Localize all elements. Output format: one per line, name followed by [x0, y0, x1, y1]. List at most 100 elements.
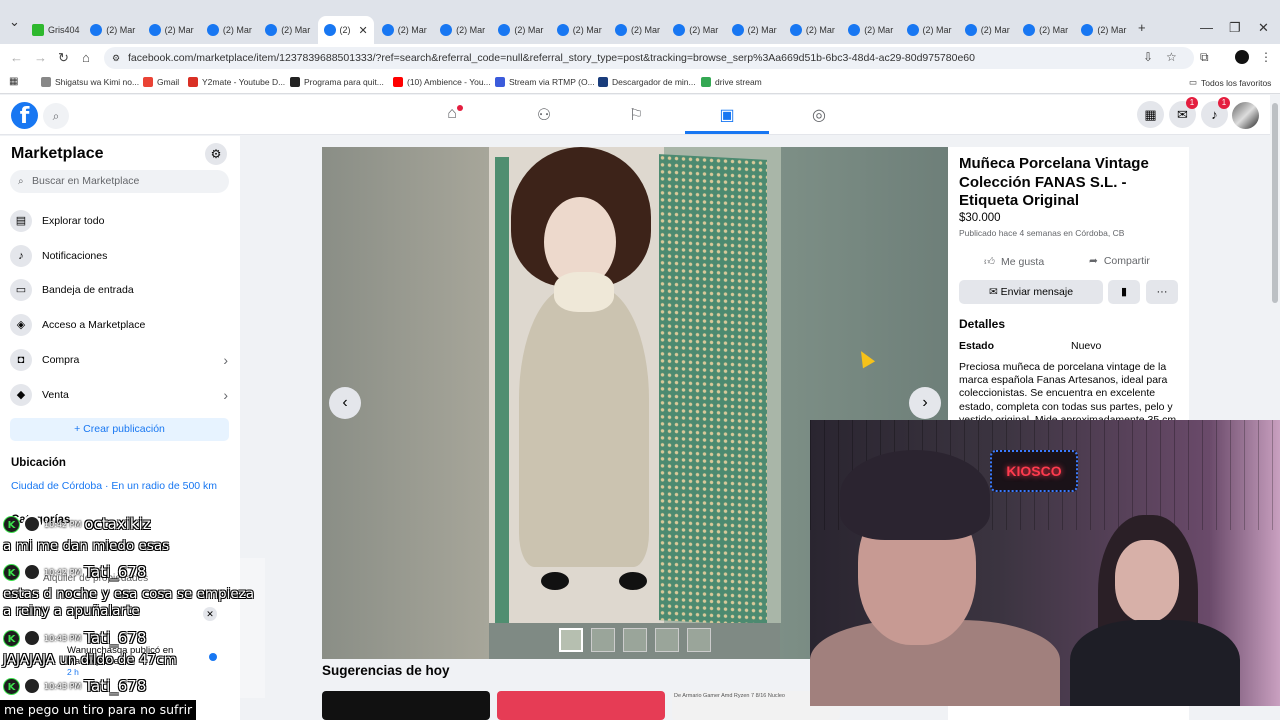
- facebook-icon: [1023, 24, 1036, 36]
- tab-label: (2) Mar: [222, 25, 252, 35]
- marketplace-nav-icon[interactable]: ▣: [717, 105, 737, 125]
- browser-tab[interactable]: (2) Mar: [842, 19, 898, 41]
- browser-tab[interactable]: (2) Mar: [434, 19, 490, 41]
- doll-shoe: [541, 572, 569, 590]
- all-bookmarks-button[interactable]: ▭ Todos los favoritos: [1189, 77, 1271, 88]
- browser-tab[interactable]: (2) Mar: [959, 19, 1015, 41]
- sidebar-item-bandeja-de-entrada[interactable]: ▭ Bandeja de entrada: [10, 275, 230, 305]
- maximize-button[interactable]: ❐: [1229, 20, 1241, 36]
- chat-message-header: K 10:43 PM Tati_678: [3, 629, 146, 647]
- marketplace-search-input[interactable]: ⌕ Buscar en Marketplace: [10, 170, 229, 193]
- bookmark-item[interactable]: drive stream: [701, 77, 762, 87]
- create-listing-button[interactable]: + Crear publicación: [10, 418, 229, 441]
- menu-dots-icon[interactable]: ⋮: [1260, 50, 1272, 64]
- browser-tab[interactable]: (2) Mar: [1017, 19, 1073, 41]
- facebook-logo[interactable]: f: [11, 102, 38, 129]
- browser-tab[interactable]: (2) Mar: [784, 19, 840, 41]
- bookmark-item[interactable]: Programa para quit...: [290, 77, 384, 87]
- browser-tab[interactable]: (2) Mar: [901, 19, 957, 41]
- sidebar-item-label: Venta: [42, 388, 69, 401]
- tab-search-icon[interactable]: ⌄: [9, 14, 20, 30]
- settings-gear-icon[interactable]: ⚙: [205, 143, 227, 165]
- browser-tab[interactable]: (2) Mar: [376, 19, 432, 41]
- bookmark-item[interactable]: Shigatsu wa Kimi no...: [41, 77, 139, 87]
- facebook-icon: [440, 24, 453, 36]
- bookmark-item[interactable]: Y2mate - Youtube D...: [188, 77, 285, 87]
- thumbnail[interactable]: [623, 628, 647, 652]
- back-arrow-icon[interactable]: ←: [10, 50, 23, 65]
- bookmark-favicon-icon: [495, 77, 505, 87]
- bookmark-item[interactable]: (10) Ambience - You...: [393, 77, 491, 87]
- new-tab-button[interactable]: +: [1138, 20, 1146, 35]
- browser-tab[interactable]: (2) Mar: [492, 19, 548, 41]
- sidebar-item-notificaciones[interactable]: ♪ Notificaciones: [10, 241, 230, 271]
- gaming-nav-icon[interactable]: ◎: [809, 105, 829, 125]
- close-tab-icon[interactable]: ✕: [359, 24, 368, 37]
- save-bookmark-icon[interactable]: ▮: [1108, 280, 1140, 304]
- suggestion-card[interactable]: [497, 691, 665, 720]
- user-icon: [23, 677, 41, 695]
- details-heading: Detalles: [959, 317, 1006, 331]
- scrollbar-thumb[interactable]: [1272, 103, 1278, 303]
- bookmark-item[interactable]: Descargador de min...: [598, 77, 696, 87]
- browser-tab[interactable]: (2) Mar: [726, 19, 782, 41]
- send-message-button[interactable]: ✉ Enviar mensaje: [959, 280, 1103, 304]
- condition-value: Nuevo: [1071, 340, 1102, 352]
- thumbnail[interactable]: [591, 628, 615, 652]
- bookmark-star-icon[interactable]: ☆: [1166, 50, 1177, 64]
- reload-icon[interactable]: ↻: [58, 50, 69, 66]
- bookmark-item[interactable]: Stream via RTMP (O...: [495, 77, 595, 87]
- thumbnail[interactable]: [559, 628, 583, 652]
- browser-tab[interactable]: (2) Mar: [1075, 19, 1131, 41]
- thumbnail[interactable]: [655, 628, 679, 652]
- browser-tab[interactable]: (2) Mar: [84, 19, 140, 41]
- sidebar-item-compra[interactable]: ◘ Compra ›: [10, 345, 230, 375]
- inbox-icon: ▭: [10, 279, 32, 302]
- previous-image-button[interactable]: ‹: [329, 387, 361, 419]
- site-info-icon[interactable]: ⚙: [112, 47, 120, 69]
- search-icon[interactable]: ⌕: [43, 103, 69, 129]
- profile-avatar[interactable]: [1235, 50, 1249, 64]
- extensions-icon[interactable]: ⧉: [1200, 50, 1209, 65]
- forward-arrow-icon[interactable]: →: [34, 50, 47, 65]
- like-button[interactable]: 👍︎ Me gusta: [984, 255, 1044, 269]
- sidebar-item-venta[interactable]: ◆ Venta ›: [10, 380, 230, 410]
- friends-nav-icon[interactable]: ⚇: [534, 105, 554, 125]
- browser-tab[interactable]: (2) Mar: [259, 19, 315, 41]
- thumbnail[interactable]: [687, 628, 711, 652]
- facebook-icon: [381, 24, 394, 36]
- pages-flag-icon[interactable]: ⚐: [626, 105, 646, 125]
- sidebar-item-explorar-todo[interactable]: ▤ Explorar todo: [10, 206, 230, 236]
- suggestion-card[interactable]: [322, 691, 490, 720]
- minimize-button[interactable]: —: [1200, 20, 1213, 35]
- url-bar[interactable]: ⚙ facebook.com/marketplace/item/12378396…: [104, 47, 1194, 69]
- tab-label: (2) Mar: [980, 25, 1010, 35]
- install-icon[interactable]: ⇩: [1143, 50, 1153, 64]
- next-image-button[interactable]: ›: [909, 387, 941, 419]
- sidebar-item-label: Acceso a Marketplace: [42, 319, 146, 332]
- browser-tab[interactable]: (2) Mar: [667, 19, 723, 41]
- tab-label: (2) Mar: [514, 25, 544, 35]
- more-options-icon[interactable]: ···: [1146, 280, 1178, 304]
- account-avatar[interactable]: [1232, 102, 1259, 129]
- tab-label: (2) Mar: [106, 25, 136, 35]
- menu-grid-icon[interactable]: ▦: [1137, 101, 1164, 128]
- sidebar-item-acceso-a-marketplace[interactable]: ◈ Acceso a Marketplace: [10, 310, 230, 340]
- apps-grid-icon[interactable]: ▦: [9, 76, 18, 87]
- browser-tab[interactable]: Gris404: [26, 19, 82, 41]
- search-icon: ⌕: [18, 176, 24, 187]
- user-icon: [23, 563, 41, 581]
- home-icon[interactable]: ⌂: [82, 50, 90, 65]
- browser-tab[interactable]: (2) Mar: [201, 19, 257, 41]
- browser-tab[interactable]: (2) Mar: [551, 19, 607, 41]
- bookmark-item[interactable]: Gmail: [143, 77, 179, 87]
- browser-tab[interactable]: (2) ✕: [317, 16, 374, 44]
- close-window-button[interactable]: ✕: [1258, 20, 1269, 36]
- browser-tab[interactable]: (2) Mar: [143, 19, 199, 41]
- browser-tab[interactable]: (2) Mar: [609, 19, 665, 41]
- k-badge-icon: K: [3, 629, 20, 647]
- share-button[interactable]: ➦ Compartir: [1089, 255, 1150, 267]
- messenger-badge: 1: [1186, 97, 1198, 109]
- webcam-overlay: KIOSCO: [810, 420, 1280, 706]
- location-link[interactable]: Ciudad de Córdoba · En un radio de 500 k…: [11, 480, 217, 492]
